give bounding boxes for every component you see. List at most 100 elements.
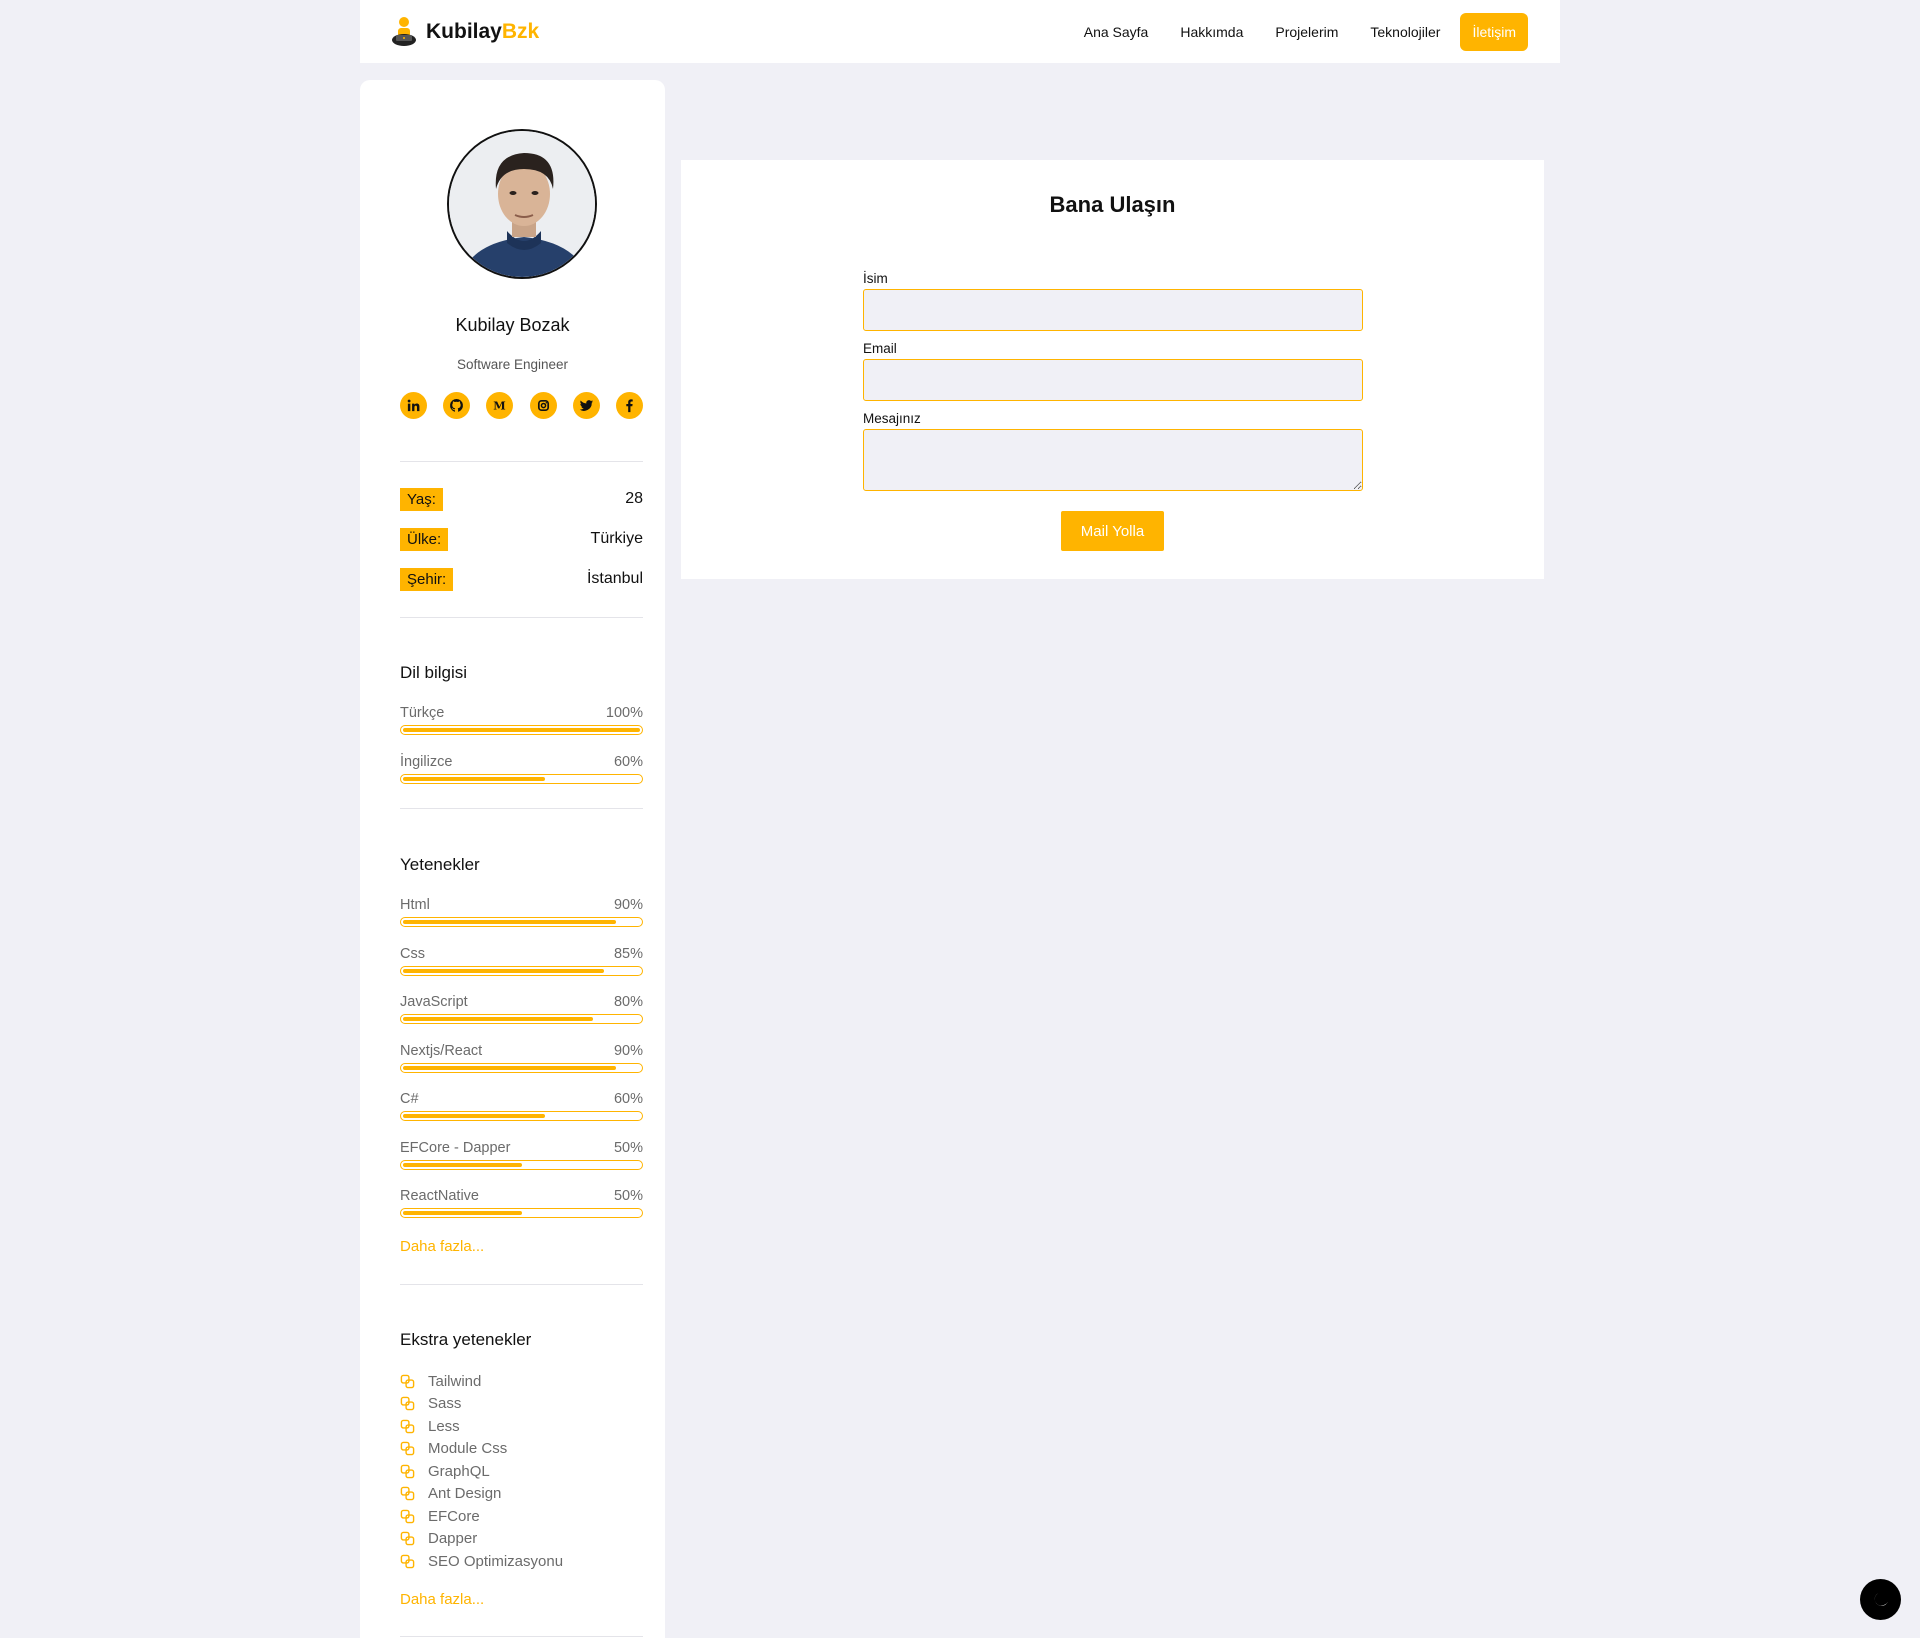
- svg-text:M: M: [494, 399, 506, 413]
- skill-bar: Html 90%: [400, 896, 643, 927]
- extra-skill-name: GraphQL: [428, 1462, 490, 1480]
- extra-skill-name: SEO Optimizasyonu: [428, 1552, 564, 1570]
- linkedin-icon: [407, 399, 420, 412]
- progress-track: [400, 1160, 643, 1170]
- extra-skill-name: Ant Design: [428, 1485, 502, 1503]
- contact-card: Bana Ulaşın İsim Email Mesajınız Mail Yo…: [681, 160, 1544, 579]
- skill-percent: 50%: [613, 1140, 643, 1156]
- language-name: Türkçe: [400, 705, 445, 721]
- social-links: M: [400, 392, 643, 419]
- progress-track: [400, 917, 643, 927]
- skill-name: C#: [400, 1091, 419, 1107]
- list-item: Dapper: [400, 1528, 563, 1551]
- link-chain-icon: [400, 1441, 415, 1456]
- language-percent: 60%: [613, 754, 643, 770]
- nav-item-hakkimda[interactable]: Hakkımda: [1180, 24, 1243, 40]
- divider: [400, 1284, 643, 1285]
- instagram-link[interactable]: [529, 392, 557, 419]
- link-chain-icon: [400, 1554, 415, 1569]
- brand-name: KubilayBzk: [426, 20, 540, 43]
- progress-fill: [403, 728, 640, 732]
- skill-bar: C# 60%: [400, 1090, 643, 1121]
- facebook-link[interactable]: [615, 392, 643, 419]
- skill-percent: 60%: [613, 1091, 643, 1107]
- language-percent: 100%: [605, 705, 643, 721]
- profile-sidebar: Kubilay Bozak Software Engineer M Yaş: 2…: [360, 80, 665, 1638]
- github-link[interactable]: [443, 392, 471, 419]
- skill-name: ReactNative: [400, 1188, 479, 1204]
- languages-title: Dil bilgisi: [400, 663, 468, 682]
- progress-track: [400, 1111, 643, 1121]
- list-item: Tailwind: [400, 1370, 563, 1393]
- github-icon: [450, 398, 464, 412]
- progress-fill: [403, 1017, 593, 1021]
- progress-fill: [403, 1163, 522, 1167]
- profile-photo: [449, 131, 595, 277]
- list-item: GraphQL: [400, 1460, 563, 1483]
- skill-bar: ReactNative 50%: [400, 1187, 643, 1218]
- linkedin-link[interactable]: [400, 392, 427, 419]
- info-label: Ülke:: [400, 527, 449, 551]
- extra-skill-name: Module Css: [428, 1440, 508, 1458]
- progress-fill: [403, 1211, 522, 1215]
- link-chain-icon: [400, 1396, 415, 1411]
- email-label: Email: [863, 341, 897, 356]
- divider: [400, 1636, 643, 1637]
- info-row-city: Şehir: İstanbul: [400, 566, 643, 592]
- dark-mode-toggle[interactable]: [1860, 1579, 1901, 1620]
- list-item: Sass: [400, 1393, 563, 1416]
- twitter-icon: [579, 400, 593, 411]
- instagram-icon: [537, 399, 549, 412]
- progress-fill: [403, 969, 605, 973]
- extra-skill-name: Tailwind: [428, 1372, 482, 1390]
- skill-bar: Css 85%: [400, 945, 643, 976]
- message-textarea[interactable]: [863, 429, 1363, 491]
- profile-role: Software Engineer: [456, 357, 569, 372]
- skills-more-link[interactable]: Daha fazla...: [400, 1238, 484, 1255]
- extra-skill-name: Sass: [428, 1395, 462, 1413]
- progress-track: [400, 725, 643, 735]
- language-bar: Türkçe 100%: [400, 704, 643, 735]
- avatar: [447, 129, 597, 279]
- progress-fill: [403, 1114, 546, 1118]
- skill-name: Nextjs/React: [400, 1043, 483, 1059]
- skill-percent: 85%: [613, 946, 643, 962]
- progress-track: [400, 774, 643, 784]
- medium-link[interactable]: M: [486, 392, 514, 419]
- skill-name: Html: [400, 897, 430, 913]
- contact-title: Bana Ulaşın: [1049, 192, 1176, 217]
- skill-name: JavaScript: [400, 994, 468, 1010]
- list-item: Less: [400, 1415, 563, 1438]
- extra-skills-more-link[interactable]: Daha fazla...: [400, 1591, 484, 1608]
- nav-item-iletisim[interactable]: İletişim: [1460, 13, 1528, 51]
- message-label: Mesajınız: [863, 411, 921, 426]
- send-mail-button[interactable]: Mail Yolla: [1061, 511, 1164, 551]
- moon-icon: [1874, 1592, 1888, 1606]
- nav-item-teknolojiler[interactable]: Teknolojiler: [1370, 24, 1440, 40]
- twitter-link[interactable]: [572, 392, 600, 419]
- nav-item-ana-sayfa[interactable]: Ana Sayfa: [1084, 24, 1149, 40]
- language-bar: İngilizce 60%: [400, 753, 643, 784]
- extra-skill-name: Dapper: [428, 1530, 478, 1548]
- skill-bar: JavaScript 80%: [400, 993, 643, 1024]
- list-item: Module Css: [400, 1438, 563, 1461]
- info-value: İstanbul: [586, 570, 643, 587]
- progress-track: [400, 1063, 643, 1073]
- name-input[interactable]: [863, 289, 1363, 331]
- name-label: İsim: [863, 271, 888, 286]
- skill-percent: 50%: [613, 1188, 643, 1204]
- language-name: İngilizce: [400, 754, 453, 770]
- brand-logo[interactable]: KubilayBzk: [390, 14, 539, 50]
- medium-icon: M: [494, 399, 506, 413]
- skill-name: EFCore - Dapper: [400, 1140, 511, 1156]
- developer-logo-icon: [392, 17, 416, 46]
- info-row-age: Yaş: 28: [400, 486, 643, 512]
- link-chain-icon: [400, 1374, 415, 1389]
- email-input[interactable]: [863, 359, 1363, 401]
- facebook-icon: [626, 399, 633, 413]
- top-header: KubilayBzk Ana Sayfa Hakkımda Projelerim…: [360, 0, 1560, 63]
- nav-item-projelerim[interactable]: Projelerim: [1275, 24, 1338, 40]
- link-chain-icon: [400, 1509, 415, 1524]
- link-chain-icon: [400, 1419, 415, 1434]
- info-label: Yaş:: [400, 487, 443, 511]
